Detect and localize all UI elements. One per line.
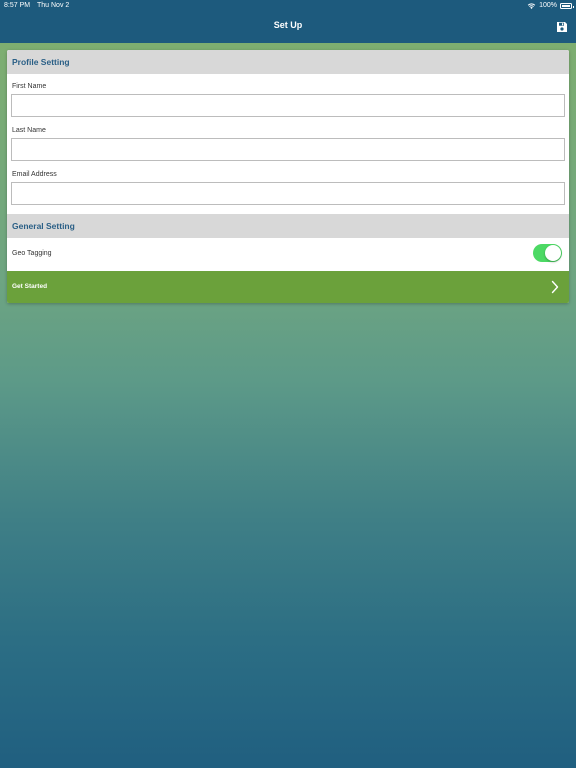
first-name-label: First Name [12,83,47,90]
geo-tagging-label: Geo Tagging [12,250,52,257]
page-title: Set Up [273,20,303,30]
section-header-profile: Profile Setting [7,50,569,74]
last-name-field[interactable] [11,138,565,161]
email-address-label: Email Address [12,171,57,178]
section-header-general: General Setting [7,214,569,238]
email-address-field[interactable] [11,182,565,205]
wifi-icon [527,3,536,9]
setup-card: Profile Setting First Name Last Name Ema… [7,50,569,303]
save-icon[interactable] [556,21,568,33]
toggle-knob [545,245,561,261]
chevron-right-icon [551,280,559,294]
status-right: 100% [527,0,574,12]
geo-tagging-toggle[interactable] [533,244,562,262]
top-bar: 8:57 PM Thu Nov 2 100% Set Up [0,0,576,43]
first-name-field[interactable] [11,94,565,117]
status-bar: 8:57 PM Thu Nov 2 100% [0,0,576,12]
get-started-button[interactable]: Get Started [7,271,569,303]
status-time: 8:57 PM [4,2,31,9]
battery-icon [560,3,574,9]
get-started-label: Get Started [12,283,48,290]
last-name-label: Last Name [12,127,46,134]
battery-percent: 100% [539,2,557,9]
status-date: Thu Nov 2 [37,2,70,9]
